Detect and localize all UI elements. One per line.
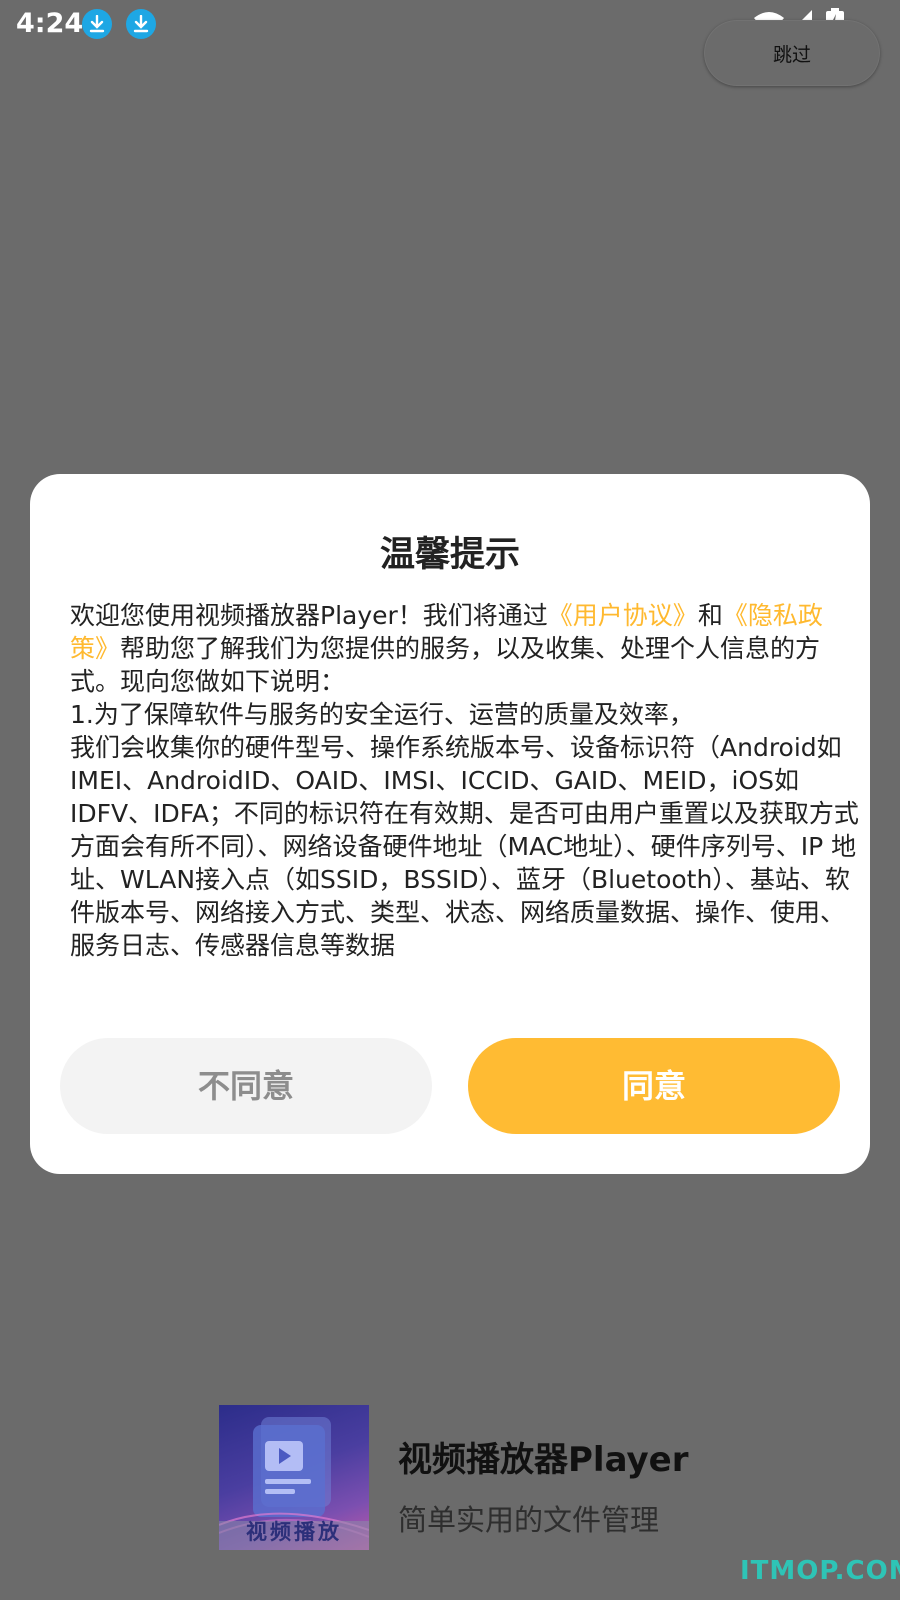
disagree-button[interactable]: 不同意 <box>60 1038 432 1134</box>
skip-button[interactable]: 跳过 <box>704 20 880 86</box>
status-time: 4:24 <box>16 8 84 39</box>
agree-button[interactable]: 同意 <box>468 1038 840 1134</box>
item1-body: 我们会收集你的硬件型号、操作系统版本号、设备标识符（Android如IMEI、A… <box>70 733 859 960</box>
intro-paragraph: 欢迎您使用视频播放器Player！我们将通过《用户协议》和《隐私政策》帮助您了解… <box>70 599 860 698</box>
dialog-title: 温馨提示 <box>379 535 520 575</box>
logo-text: 视频播放 <box>246 1519 342 1544</box>
conjunction-text: 和 <box>697 601 723 630</box>
skip-label: 跳过 <box>772 44 811 66</box>
user-agreement-link[interactable]: 《用户协议》 <box>548 601 698 630</box>
privacy-dialog: 温馨提示 欢迎您使用视频播放器Player！我们将通过《用户协议》和《隐私政策》… <box>30 474 870 1174</box>
intro-prefix: 欢迎您使用视频播放器Player！我们将通过 <box>70 601 548 630</box>
download-icon <box>82 9 112 39</box>
app-logo: 视频播放 <box>219 1405 369 1550</box>
dialog-body: 欢迎您使用视频播放器Player！我们将通过《用户协议》和《隐私政策》帮助您了解… <box>70 599 860 962</box>
app-name: 视频播放器Player <box>398 1440 689 1480</box>
app-tagline: 简单实用的文件管理 <box>398 1503 660 1537</box>
item1-heading: 1.为了保障软件与服务的安全运行、运营的质量及效率， <box>70 700 694 729</box>
watermark: ITMOP.COM <box>740 1556 900 1586</box>
download-icon <box>126 9 156 39</box>
intro-suffix: 帮助您了解我们为您提供的服务，以及收集、处理个人信息的方式。现向您做如下说明： <box>70 634 821 696</box>
